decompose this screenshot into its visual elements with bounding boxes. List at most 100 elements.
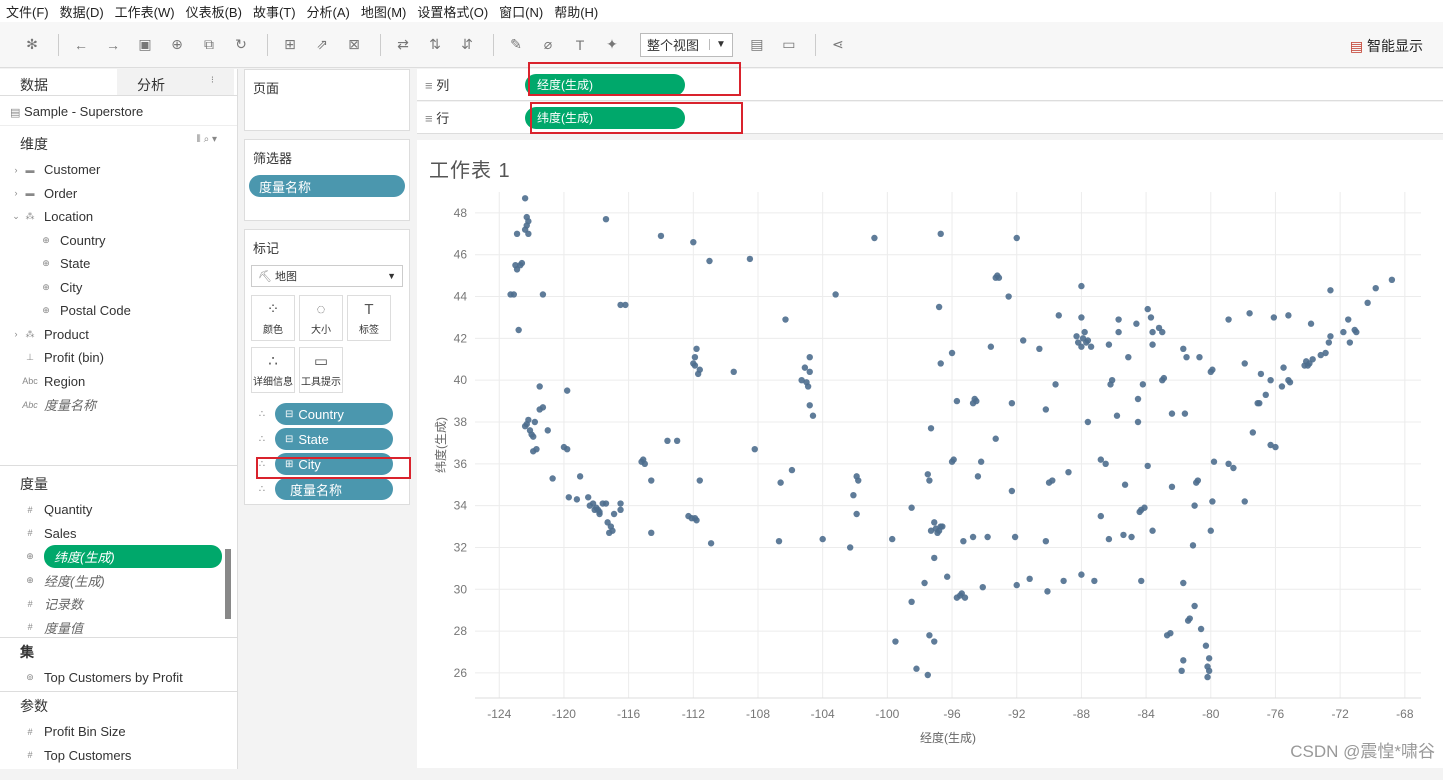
data-point bbox=[984, 533, 991, 541]
mark-button-size[interactable]: ◌ 大小 bbox=[299, 295, 343, 341]
mark-pill[interactable]: ⊟ State bbox=[275, 428, 393, 450]
sort-ascending-icon[interactable]: ⇅ bbox=[421, 31, 449, 59]
pages-card[interactable]: 页面 bbox=[244, 69, 410, 131]
data-point bbox=[1055, 312, 1062, 319]
data-point bbox=[913, 665, 920, 672]
data-point bbox=[1065, 468, 1072, 476]
menu-item-5[interactable]: 分析(A) bbox=[307, 2, 350, 21]
scatter-chart[interactable]: 26 28 30 32 34 36 38 40 42 44 46 48 -124 -120 -116 -112… bbox=[417, 140, 1443, 768]
field-item[interactable]: # Top Customers bbox=[0, 744, 238, 768]
expand-caret-icon[interactable]: ⌄ bbox=[10, 211, 22, 222]
tableau-logo-icon[interactable]: ✻ bbox=[18, 31, 46, 59]
search-icon[interactable]: ⦀ ⌕ ▾ bbox=[196, 134, 217, 154]
refresh-icon[interactable]: ↻ bbox=[227, 31, 255, 59]
new-worksheet-icon[interactable]: ⊞ bbox=[276, 31, 304, 59]
field-item[interactable]: › ▬ Customer bbox=[0, 158, 237, 182]
clear-sheet-icon[interactable]: ⊠ bbox=[340, 31, 368, 59]
field-item[interactable]: # 度量值 bbox=[0, 616, 238, 640]
mark-button-color[interactable]: ⁘ 颜色 bbox=[251, 295, 295, 341]
menu-item-4[interactable]: 故事(T) bbox=[253, 2, 296, 21]
sets-header: 集 bbox=[0, 638, 238, 666]
data-point bbox=[584, 494, 592, 501]
share-icon[interactable]: ⋖ bbox=[824, 31, 852, 59]
menu-item-0[interactable]: 文件(F) bbox=[6, 2, 49, 21]
field-item[interactable]: ⊕ 经度(生成) bbox=[0, 569, 238, 593]
menu-item-9[interactable]: 帮助(H) bbox=[554, 2, 598, 21]
data-point bbox=[1230, 464, 1237, 472]
mark-pill[interactable]: ⊟ Country bbox=[275, 403, 393, 425]
menu-item-2[interactable]: 工作表(W) bbox=[115, 2, 175, 21]
menu-item-8[interactable]: 窗口(N) bbox=[499, 2, 543, 21]
field-item[interactable]: ⊕ City bbox=[0, 276, 237, 300]
pause-updates-icon[interactable]: ⧉ bbox=[195, 31, 223, 59]
view-fit-select[interactable]: 整个视图 ▼ bbox=[640, 32, 733, 57]
menu-item-6[interactable]: 地图(M) bbox=[361, 2, 407, 21]
scrollbar-thumb[interactable] bbox=[225, 549, 231, 619]
number-icon: # bbox=[27, 528, 33, 539]
field-item[interactable]: ⊕ Country bbox=[0, 229, 237, 253]
tab-analysis[interactable]: 分析 ⁝ bbox=[117, 69, 234, 95]
undo-icon[interactable]: ← bbox=[67, 31, 95, 59]
field-item[interactable]: Abc 度量名称 bbox=[0, 393, 237, 417]
show-cards-icon[interactable]: ▤ bbox=[743, 31, 771, 59]
expand-icon[interactable]: ⊟ bbox=[285, 409, 293, 420]
mark-button-detail[interactable]: ∴ 详细信息 bbox=[251, 347, 295, 393]
pane-menu-icon[interactable]: ⁝ bbox=[211, 75, 214, 86]
field-item[interactable]: # Quantity bbox=[0, 498, 238, 522]
measures-list: # Quantity # Sales ⊕ 纬度(生成) ⊕ 经度(生成) # 记录数 # 度量值 bbox=[0, 498, 238, 639]
highlight-icon[interactable]: ✎ bbox=[502, 31, 530, 59]
redo-icon[interactable]: → bbox=[99, 31, 127, 59]
worksheet-canvas[interactable]: 工作表 1 26 28 30 32 34 36 38 40 42 44 46 48 -124 -120 -1… bbox=[417, 140, 1443, 768]
expand-caret-icon[interactable]: › bbox=[10, 188, 22, 198]
field-item[interactable]: Abc Region bbox=[0, 370, 237, 394]
mark-pill[interactable]: 度量名称 bbox=[275, 478, 393, 500]
group-icon[interactable]: ⌀ bbox=[534, 31, 562, 59]
duplicate-icon[interactable]: ⇗ bbox=[308, 31, 336, 59]
data-point bbox=[777, 479, 784, 486]
sort-descending-icon[interactable]: ⇵ bbox=[453, 31, 481, 59]
y-tick-label: 38 bbox=[454, 415, 468, 429]
mark-type-select[interactable]: ⛏ 地图 ▼ bbox=[251, 265, 403, 287]
mark-button-label[interactable]: T 标签 bbox=[347, 295, 391, 341]
field-item[interactable]: # Sales bbox=[0, 522, 238, 546]
expand-caret-icon[interactable]: › bbox=[10, 165, 22, 175]
parameters-section: 参数 # Profit Bin Size # Top Customers bbox=[0, 691, 238, 767]
swap-icon[interactable]: ⇄ bbox=[389, 31, 417, 59]
field-item[interactable]: ⊕ Postal Code bbox=[0, 299, 237, 323]
rows-shelf-label: ≡ 行 bbox=[417, 108, 525, 127]
field-item[interactable]: ⊕ State bbox=[0, 252, 237, 276]
save-icon[interactable]: ▣ bbox=[131, 31, 159, 59]
field-item[interactable]: › ▬ Order bbox=[0, 182, 237, 206]
field-item[interactable]: ⊥ Profit (bin) bbox=[0, 346, 237, 370]
filter-pill[interactable]: 度量名称 bbox=[249, 175, 405, 197]
field-item[interactable]: # 记录数 bbox=[0, 592, 238, 616]
mark-button-tooltip[interactable]: ▭ 工具提示 bbox=[299, 347, 343, 393]
field-item[interactable]: # Profit Bin Size bbox=[0, 720, 238, 744]
presentation-icon[interactable]: ▭ bbox=[775, 31, 803, 59]
field-item[interactable]: ⊚ Top Customers by Profit bbox=[0, 666, 238, 690]
field-item[interactable]: ⊕ 纬度(生成) bbox=[0, 545, 238, 569]
menu-item-3[interactable]: 仪表板(B) bbox=[186, 2, 242, 21]
folder-icon: ▬ bbox=[25, 164, 35, 175]
x-tick-label: -84 bbox=[1137, 707, 1155, 721]
datasource-item[interactable]: ▤ Sample - Superstore bbox=[0, 96, 237, 126]
menu-item-7[interactable]: 设置格式(O) bbox=[417, 2, 488, 21]
x-tick-label: -72 bbox=[1331, 707, 1349, 721]
menu-item-1[interactable]: 数据(D) bbox=[60, 2, 104, 21]
field-item[interactable]: ⌄ ⁂ Location bbox=[0, 205, 237, 229]
data-point bbox=[751, 445, 758, 453]
mark-button-label: 详细信息 bbox=[253, 377, 293, 388]
filters-card[interactable]: 筛选器 度量名称 bbox=[244, 139, 410, 221]
data-point bbox=[526, 427, 534, 434]
labels-icon[interactable]: T bbox=[566, 31, 594, 59]
expand-caret-icon[interactable]: › bbox=[10, 329, 22, 339]
new-datasource-icon[interactable]: ⊕ bbox=[163, 31, 191, 59]
expand-icon[interactable]: ⊟ bbox=[285, 434, 293, 445]
data-point bbox=[1249, 429, 1257, 436]
field-item[interactable]: › ⁂ Product bbox=[0, 323, 237, 347]
show-me-button[interactable]: ▤ 智能显示 bbox=[1350, 36, 1423, 56]
data-point bbox=[1241, 498, 1248, 505]
tab-data[interactable]: 数据 bbox=[0, 69, 117, 95]
pin-icon[interactable]: ✦ bbox=[598, 31, 626, 59]
data-point bbox=[507, 291, 514, 298]
